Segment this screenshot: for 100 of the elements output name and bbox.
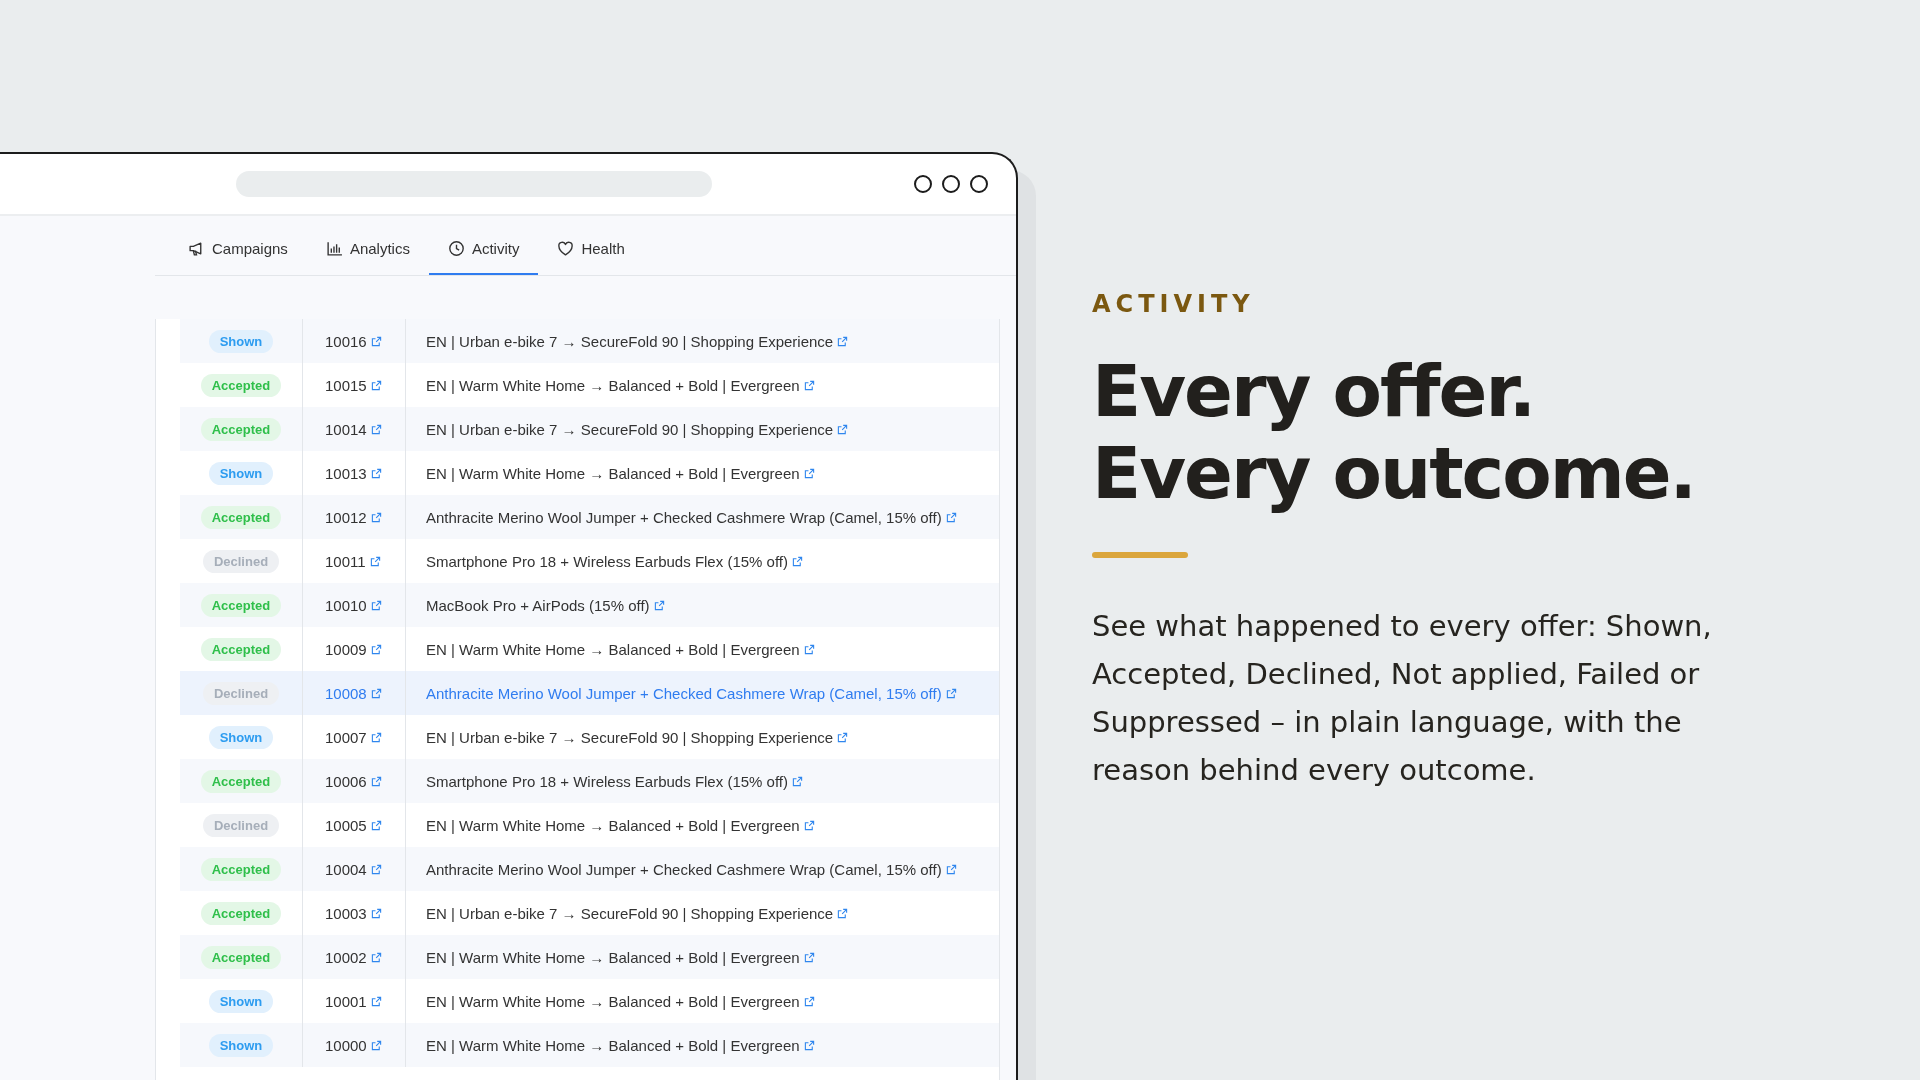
external-link-icon bbox=[803, 995, 815, 1007]
nav-tab[interactable]: Activity bbox=[428, 224, 539, 275]
status-badge: Accepted bbox=[200, 505, 282, 529]
offer-name-link[interactable]: Anthracite Merino Wool Jumper + Checked Cashmere Wrap (Camel, 15% off) bbox=[426, 508, 957, 526]
external-link-icon bbox=[803, 467, 815, 479]
order-id-link[interactable]: 10013 bbox=[325, 464, 382, 482]
external-link-icon bbox=[370, 995, 382, 1007]
order-id-link[interactable]: 10006 bbox=[325, 772, 382, 790]
offer-name-link[interactable]: MacBook Pro + AirPods (15% off) bbox=[426, 596, 665, 614]
offer-name-link[interactable]: EN | Warm White Home → Balanced + Bold | Evergreen bbox=[426, 1036, 815, 1054]
table-row[interactable]: Accepted 10012 Anthracite Merino Wool Jumper + Checked Cashmere Wrap (Camel, 15% off) bbox=[180, 495, 999, 539]
order-id-link[interactable]: 10001 bbox=[325, 992, 382, 1010]
external-link-icon bbox=[837, 335, 849, 347]
external-link-icon bbox=[370, 951, 382, 963]
clock-icon bbox=[447, 240, 465, 257]
external-link-icon bbox=[803, 643, 815, 655]
order-id-link[interactable]: 10008 bbox=[325, 684, 382, 702]
offer-name-link[interactable]: EN | Warm White Home → Balanced + Bold | Evergreen bbox=[426, 464, 815, 482]
external-link-icon bbox=[792, 555, 803, 567]
external-link-icon bbox=[370, 511, 382, 523]
order-id-link[interactable]: 10016 bbox=[325, 332, 382, 350]
external-link-icon bbox=[837, 907, 849, 919]
status-badge: Shown bbox=[208, 725, 274, 749]
order-id-link[interactable]: 10014 bbox=[325, 420, 382, 438]
bar-chart-icon bbox=[325, 240, 343, 257]
status-badge: Declined bbox=[202, 549, 280, 573]
external-link-icon bbox=[945, 687, 957, 699]
nav-tab[interactable]: Campaigns bbox=[169, 224, 307, 275]
order-id-link[interactable]: 10005 bbox=[325, 816, 382, 834]
external-link-icon bbox=[945, 863, 957, 875]
order-id-link[interactable]: 10004 bbox=[325, 860, 382, 878]
table-row[interactable]: Shown 10000 EN | Warm White Home → Balanced + Bold | Evergreen bbox=[180, 1023, 999, 1067]
table-row[interactable]: Accepted 10004 Anthracite Merino Wool Jumper + Checked Cashmere Wrap (Camel, 15% off) bbox=[180, 847, 999, 891]
status-badge: Accepted bbox=[200, 417, 282, 441]
external-link-icon bbox=[653, 599, 665, 611]
status-badge: Shown bbox=[208, 329, 274, 353]
external-link-icon bbox=[370, 819, 382, 831]
offer-name-link[interactable]: Anthracite Merino Wool Jumper + Checked Cashmere Wrap (Camel, 15% off) bbox=[426, 684, 957, 702]
external-link-icon bbox=[370, 863, 382, 875]
table-row[interactable]: Accepted 10014 EN | Urban e-bike 7 → SecureFold 90 | Shopping Experience bbox=[180, 407, 999, 451]
status-badge: Shown bbox=[208, 461, 274, 485]
offer-name-link[interactable]: EN | Urban e-bike 7 → SecureFold 90 | Shopping Experience bbox=[426, 332, 849, 350]
offer-name-link[interactable]: Anthracite Merino Wool Jumper + Checked Cashmere Wrap (Camel, 15% off) bbox=[426, 860, 957, 878]
table-row[interactable]: Accepted 10010 MacBook Pro + AirPods (15% off) bbox=[180, 583, 999, 627]
order-id-link[interactable]: 10002 bbox=[325, 948, 382, 966]
order-id-link[interactable]: 10000 bbox=[325, 1036, 382, 1054]
status-badge: Accepted bbox=[200, 637, 282, 661]
table-row[interactable]: Accepted 10002 EN | Warm White Home → Balanced + Bold | Evergreen bbox=[180, 935, 999, 979]
external-link-icon bbox=[370, 907, 382, 919]
order-id-link[interactable]: 10012 bbox=[325, 508, 382, 526]
offer-name-link[interactable]: EN | Urban e-bike 7 → SecureFold 90 | Shopping Experience bbox=[426, 728, 849, 746]
external-link-icon bbox=[370, 687, 382, 699]
offer-name-link[interactable]: Smartphone Pro 18 + Wireless Earbuds Flex (15% off) bbox=[426, 772, 803, 790]
order-id-link[interactable]: 10007 bbox=[325, 728, 382, 746]
order-id-link[interactable]: 10015 bbox=[325, 376, 382, 394]
nav-tab[interactable]: Analytics bbox=[306, 224, 429, 275]
status-badge: Accepted bbox=[200, 857, 282, 881]
table-row[interactable]: Shown 10016 EN | Urban e-bike 7 → SecureFold 90 | Shopping Experience bbox=[180, 319, 999, 363]
external-link-icon bbox=[370, 467, 382, 479]
offer-name-link[interactable]: EN | Warm White Home → Balanced + Bold | Evergreen bbox=[426, 640, 815, 658]
table-row[interactable]: Declined 10008 Anthracite Merino Wool Jumper + Checked Cashmere Wrap (Camel, 15% off) bbox=[180, 671, 999, 715]
offer-name-link[interactable]: EN | Urban e-bike 7 → SecureFold 90 | Shopping Experience bbox=[426, 420, 849, 438]
external-link-icon bbox=[837, 731, 849, 743]
external-link-icon bbox=[945, 511, 957, 523]
description: See what happened to every offer: Shown, Accepted, Declined, Not applied, Failed or Suppressed – in plain language, with the reason behind every outcome. bbox=[1092, 608, 1713, 789]
external-link-icon bbox=[370, 731, 382, 743]
external-link-icon bbox=[370, 379, 382, 391]
status-badge: Accepted bbox=[200, 901, 282, 925]
headline: Every offer. bbox=[1092, 350, 1535, 432]
status-badge: Accepted bbox=[200, 769, 282, 793]
order-id-link[interactable]: 10011 bbox=[325, 552, 381, 570]
offer-name-link[interactable]: EN | Urban e-bike 7 → SecureFold 90 | Shopping Experience bbox=[426, 904, 849, 922]
offer-name-link[interactable]: EN | Warm White Home → Balanced + Bold | Evergreen bbox=[426, 816, 815, 834]
window-control-icon[interactable] bbox=[942, 175, 960, 193]
status-badge: Accepted bbox=[200, 593, 282, 617]
headline: Every outcome. bbox=[1092, 432, 1696, 514]
status-badge: Accepted bbox=[200, 945, 282, 969]
offer-name-link[interactable]: EN | Warm White Home → Balanced + Bold | Evergreen bbox=[426, 948, 815, 966]
nav-tab[interactable]: Health bbox=[538, 224, 644, 275]
status-badge: Shown bbox=[208, 1033, 274, 1057]
status-badge: Shown bbox=[208, 989, 274, 1013]
external-link-icon bbox=[370, 775, 382, 787]
external-link-icon bbox=[370, 335, 382, 347]
external-link-icon bbox=[370, 599, 382, 611]
offer-name-link[interactable]: Smartphone Pro 18 + Wireless Earbuds Flex (15% off) bbox=[426, 552, 803, 570]
order-id-link[interactable]: 10009 bbox=[325, 640, 382, 658]
window-control-icon[interactable] bbox=[970, 175, 988, 193]
external-link-icon bbox=[792, 775, 803, 787]
offer-name-link[interactable]: EN | Warm White Home → Balanced + Bold | Evergreen bbox=[426, 992, 815, 1010]
external-link-icon bbox=[370, 423, 382, 435]
order-id-link[interactable]: 10010 bbox=[325, 596, 382, 614]
status-badge: Declined bbox=[202, 813, 280, 837]
table-row[interactable]: Accepted 10006 Smartphone Pro 18 + Wireless Earbuds Flex (15% off) bbox=[180, 759, 999, 803]
external-link-icon bbox=[370, 643, 382, 655]
external-link-icon bbox=[803, 1039, 815, 1051]
order-id-link[interactable]: 10003 bbox=[325, 904, 382, 922]
external-link-icon bbox=[370, 1039, 382, 1051]
offer-name-link[interactable]: EN | Warm White Home → Balanced + Bold | Evergreen bbox=[426, 376, 815, 394]
window-control-icon[interactable] bbox=[914, 175, 932, 193]
heart-icon bbox=[557, 240, 575, 257]
